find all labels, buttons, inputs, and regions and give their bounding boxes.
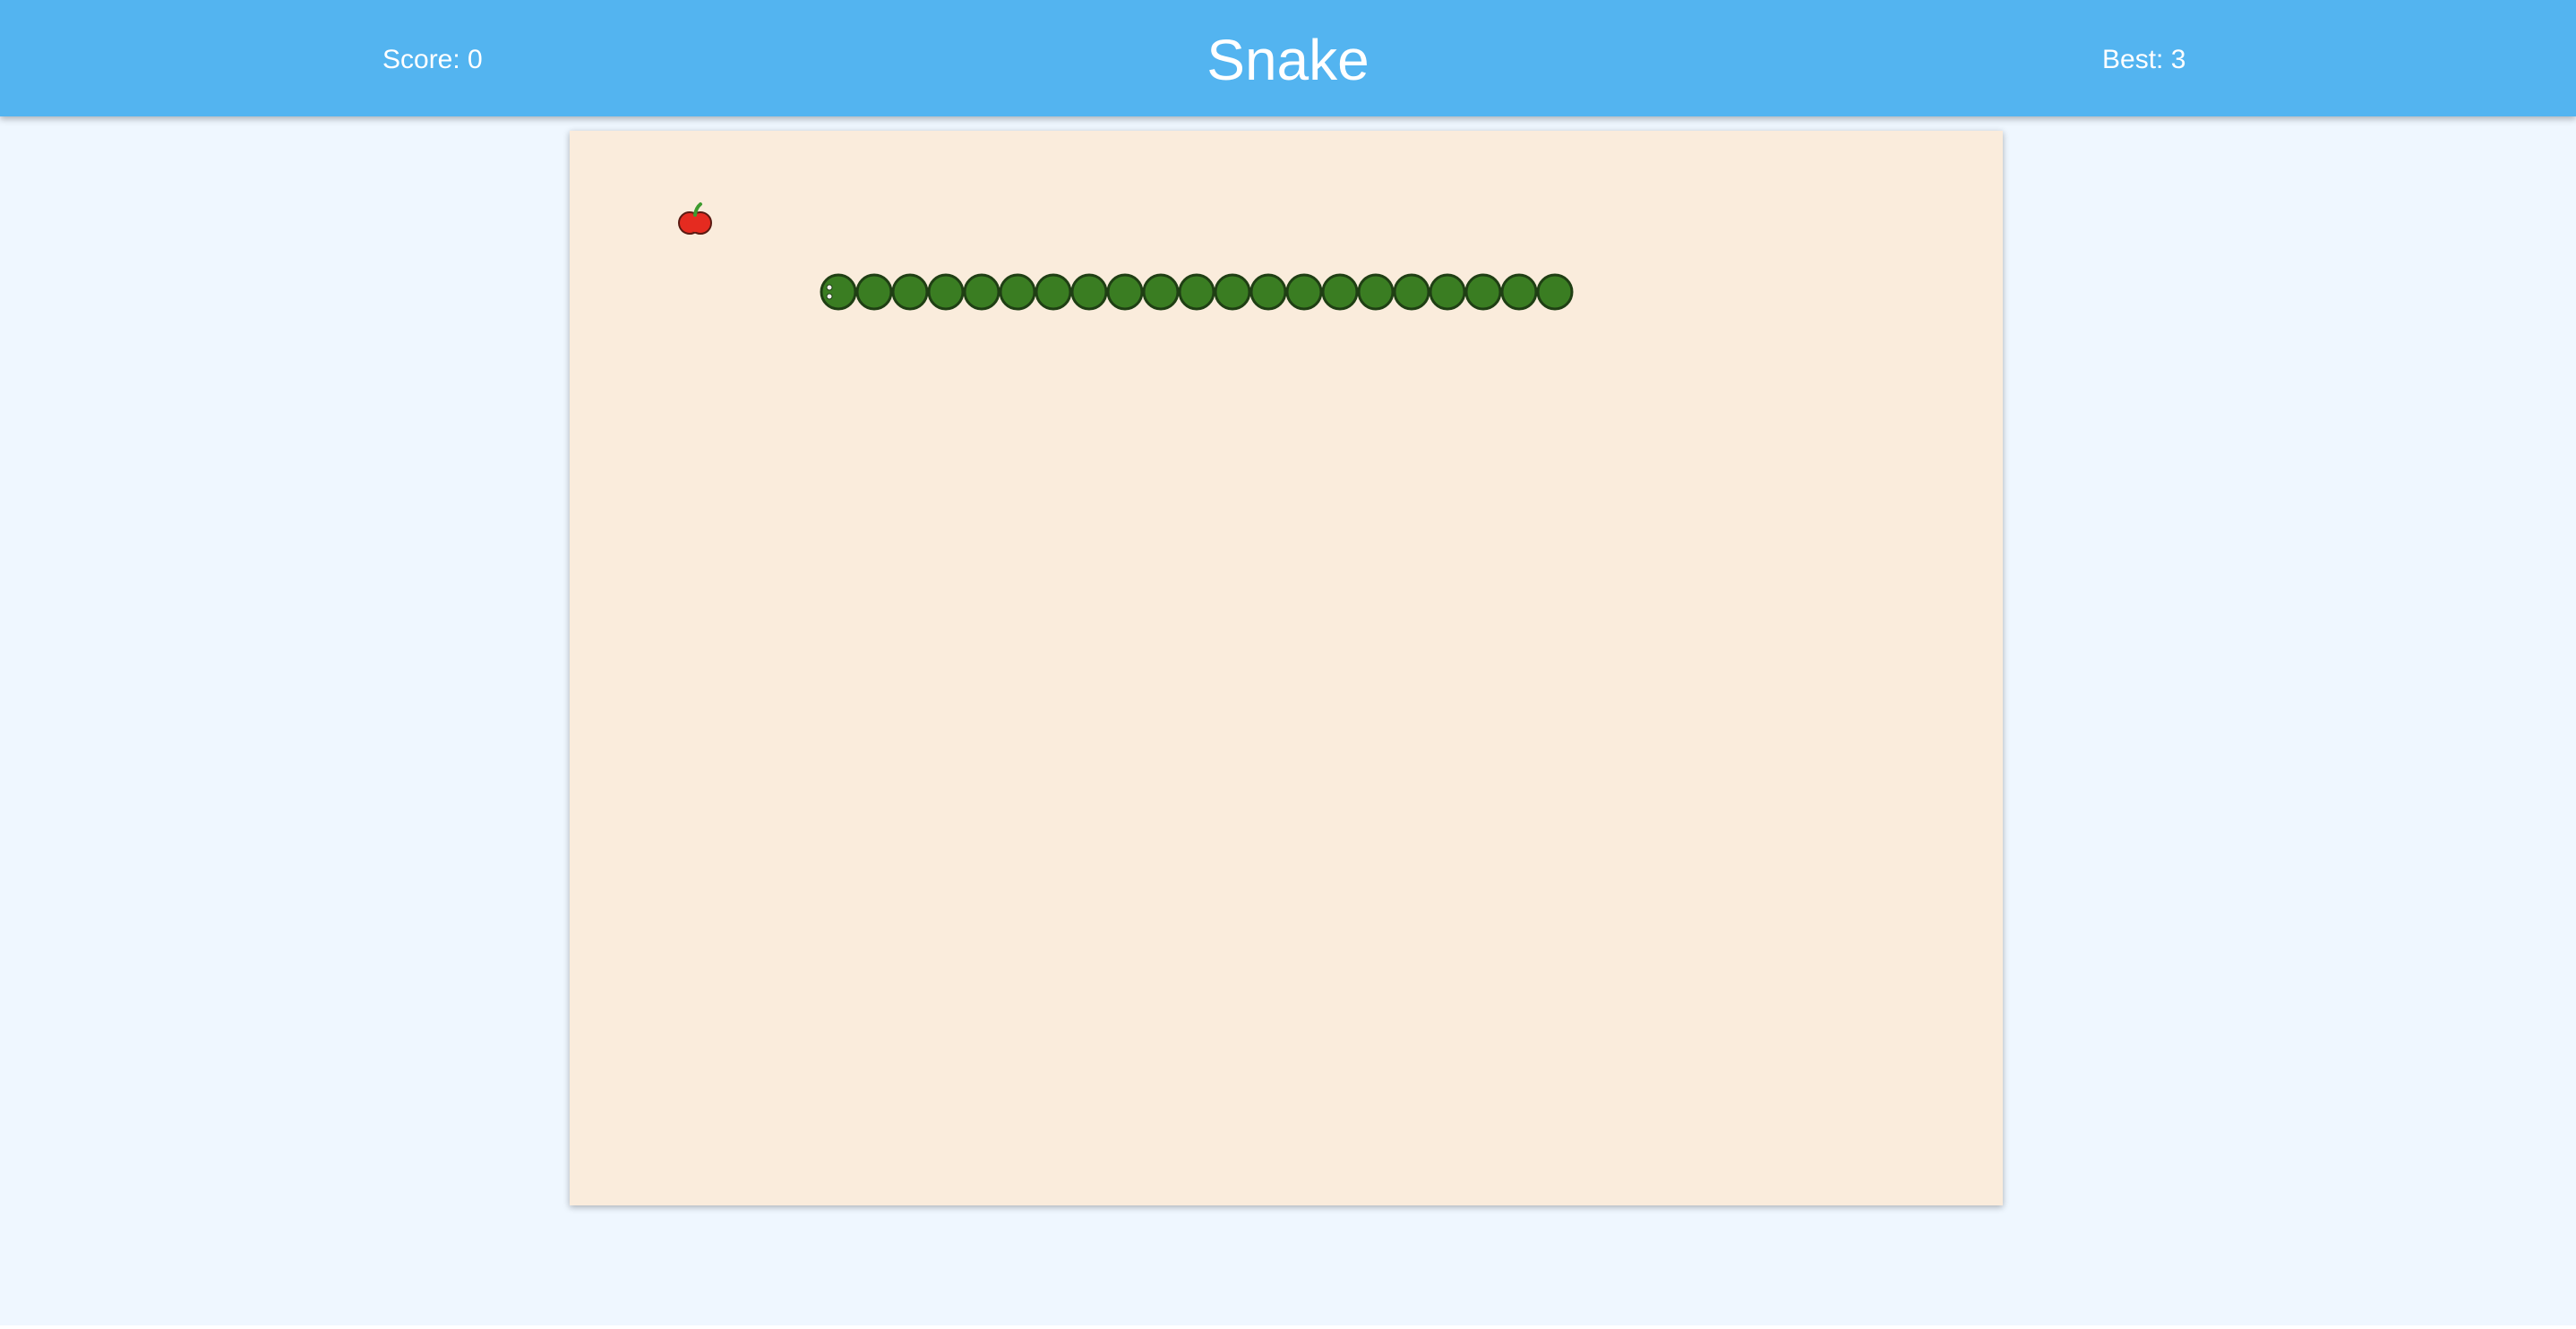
snake-segment — [1214, 273, 1251, 311]
snake-segment — [855, 273, 893, 311]
snake-segment — [1500, 273, 1538, 311]
snake-segment — [999, 273, 1036, 311]
snake-segment — [1536, 273, 1574, 311]
snake-segment — [1142, 273, 1180, 311]
snake-segment — [1464, 273, 1502, 311]
apple-icon — [678, 202, 712, 235]
snake-segment — [1106, 273, 1144, 311]
page-bottom-edge — [0, 1325, 2576, 1329]
snake-segment — [1178, 273, 1215, 311]
snake-segment — [963, 273, 1000, 311]
snake — [820, 273, 1574, 311]
snake-segment — [1357, 273, 1395, 311]
best-score-label: Best: 3 — [2102, 45, 2186, 74]
snake-segment — [1393, 273, 1430, 311]
snake-segment — [1321, 273, 1359, 311]
snake-segment — [1070, 273, 1108, 311]
snake-eye-bottom — [826, 293, 833, 300]
snake-eye-top — [826, 284, 833, 291]
game-board-canvas — [678, 202, 1574, 311]
snake-segment — [1285, 273, 1323, 311]
game-board[interactable] — [570, 131, 2003, 1205]
game-title: Snake — [1206, 28, 1370, 92]
food-layer — [678, 202, 712, 235]
snake-segment — [927, 273, 965, 311]
snake-segment — [1429, 273, 1466, 311]
snake-head-icon — [820, 273, 857, 311]
top-bar: Score: 0 Snake Best: 3 — [0, 0, 2576, 116]
snake-segment — [1035, 273, 1072, 311]
snake-segment — [1249, 273, 1287, 311]
snake-segment — [891, 273, 929, 311]
